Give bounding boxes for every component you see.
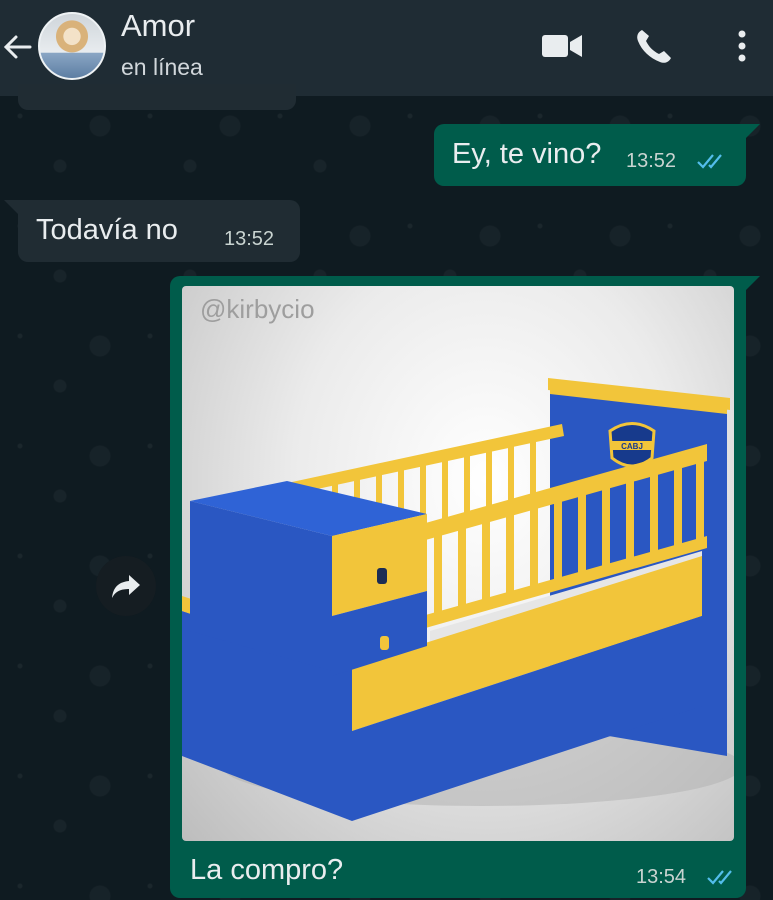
read-receipt-icon [697,154,722,169]
incoming-message[interactable]: Todavía no 13:52 [4,200,300,262]
message-time: 13:52 [626,150,677,172]
video-call-icon[interactable] [540,26,584,66]
crib-illustration: CABJ [182,378,734,821]
outgoing-message[interactable]: Ey, te vino? 13:52 [434,124,760,186]
message-text: Ey, te vino? [452,138,602,170]
image-caption: La compro? [190,854,344,886]
bubble-tail [746,124,760,138]
message-time: 13:52 [224,228,275,250]
previous-message-bubble [18,84,296,110]
message-text: Todavía no [36,214,178,246]
back-arrow-icon[interactable] [0,30,34,64]
outgoing-image-message[interactable]: @kirbycio CABJ La compro? 13:54 [170,276,760,898]
message-time: 13:54 [636,866,687,888]
contact-status: en línea [121,54,203,80]
forward-icon[interactable] [96,556,156,616]
read-receipt-icon [707,870,732,885]
more-options-icon[interactable] [720,26,764,66]
voice-call-icon[interactable] [632,26,676,66]
chat-header: Amor en línea [0,0,773,96]
bubble-tail [746,276,760,290]
contact-name[interactable]: Amor [121,8,195,44]
crest-text: CABJ [621,442,643,451]
message-photo[interactable]: @kirbycio CABJ [182,286,734,841]
bubble-tail [4,200,18,214]
contact-avatar[interactable] [38,12,106,80]
club-crest: CABJ [608,422,656,468]
